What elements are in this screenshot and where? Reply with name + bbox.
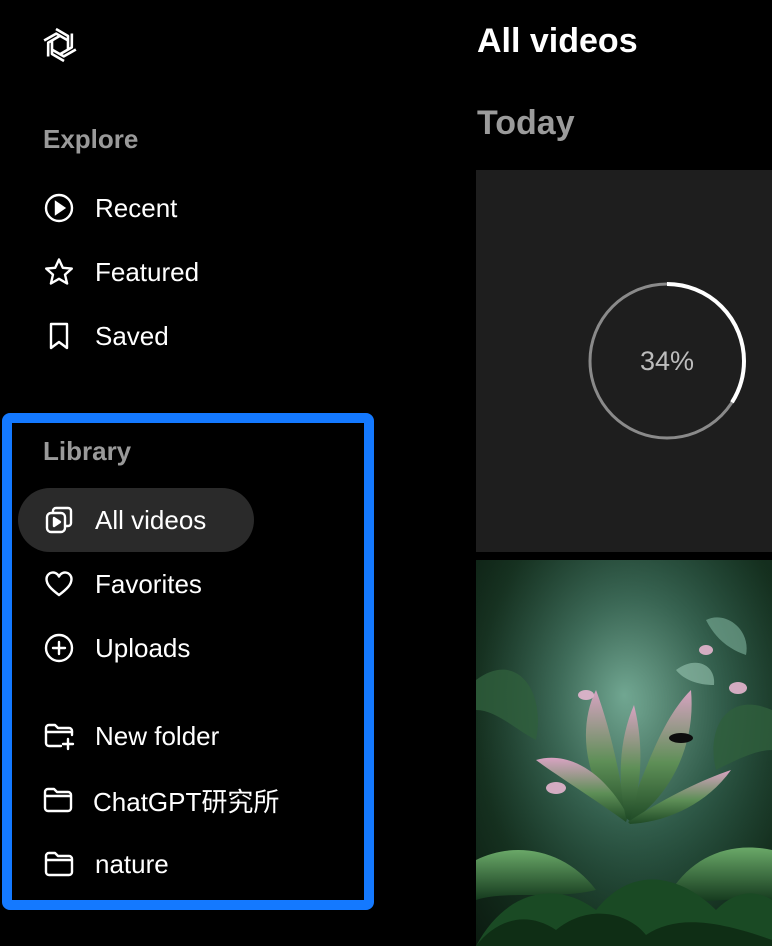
sidebar-item-all-videos[interactable]: All videos (18, 488, 254, 552)
date-group-title: Today (477, 104, 575, 142)
sidebar-item-label: Saved (95, 320, 169, 351)
library-section-title: Library (43, 436, 132, 466)
sidebar-item-saved[interactable]: Saved (18, 304, 254, 368)
sidebar-item-label: Uploads (95, 632, 191, 663)
video-tile-thumbnail[interactable] (476, 560, 772, 946)
sidebar-item-label: All videos (95, 504, 207, 535)
sidebar-item-label: nature (95, 848, 169, 879)
sidebar-item-featured[interactable]: Featured (18, 240, 254, 304)
folder-icon (42, 783, 74, 817)
video-tile-generating[interactable]: 34% (476, 170, 772, 552)
plus-circle-icon (42, 631, 76, 665)
bookmark-icon (42, 319, 76, 353)
sidebar-item-recent[interactable]: Recent (18, 176, 254, 240)
sidebar-item-label: Favorites (95, 568, 202, 599)
star-icon (42, 255, 76, 289)
sidebar-item-folder-chatgpt[interactable]: ChatGPT研究所 (18, 768, 279, 832)
app-root: Explore Recent Featured Saved Library Al… (0, 0, 772, 946)
sidebar-item-uploads[interactable]: Uploads (18, 616, 254, 680)
new-folder-icon (42, 719, 76, 753)
sidebar-item-new-folder[interactable]: New folder (18, 704, 254, 768)
sidebar-item-label: New folder (95, 720, 220, 751)
sidebar-item-label: Featured (95, 256, 200, 287)
play-circle-icon (42, 191, 76, 225)
jungle-plant-thumbnail-image (476, 560, 772, 946)
sidebar-item-folder-nature[interactable]: nature (18, 832, 254, 896)
sidebar-item-label: ChatGPT研究所 (93, 786, 280, 817)
openai-logo-icon[interactable] (38, 23, 82, 67)
heart-icon (42, 567, 76, 601)
sidebar-item-label: Recent (95, 192, 178, 223)
sidebar-item-favorites[interactable]: Favorites (18, 552, 254, 616)
folder-icon (42, 847, 76, 881)
videos-icon (42, 503, 76, 537)
explore-section-title: Explore (43, 124, 139, 154)
progress-percent: 34% (639, 345, 695, 376)
page-title: All videos (477, 22, 638, 60)
